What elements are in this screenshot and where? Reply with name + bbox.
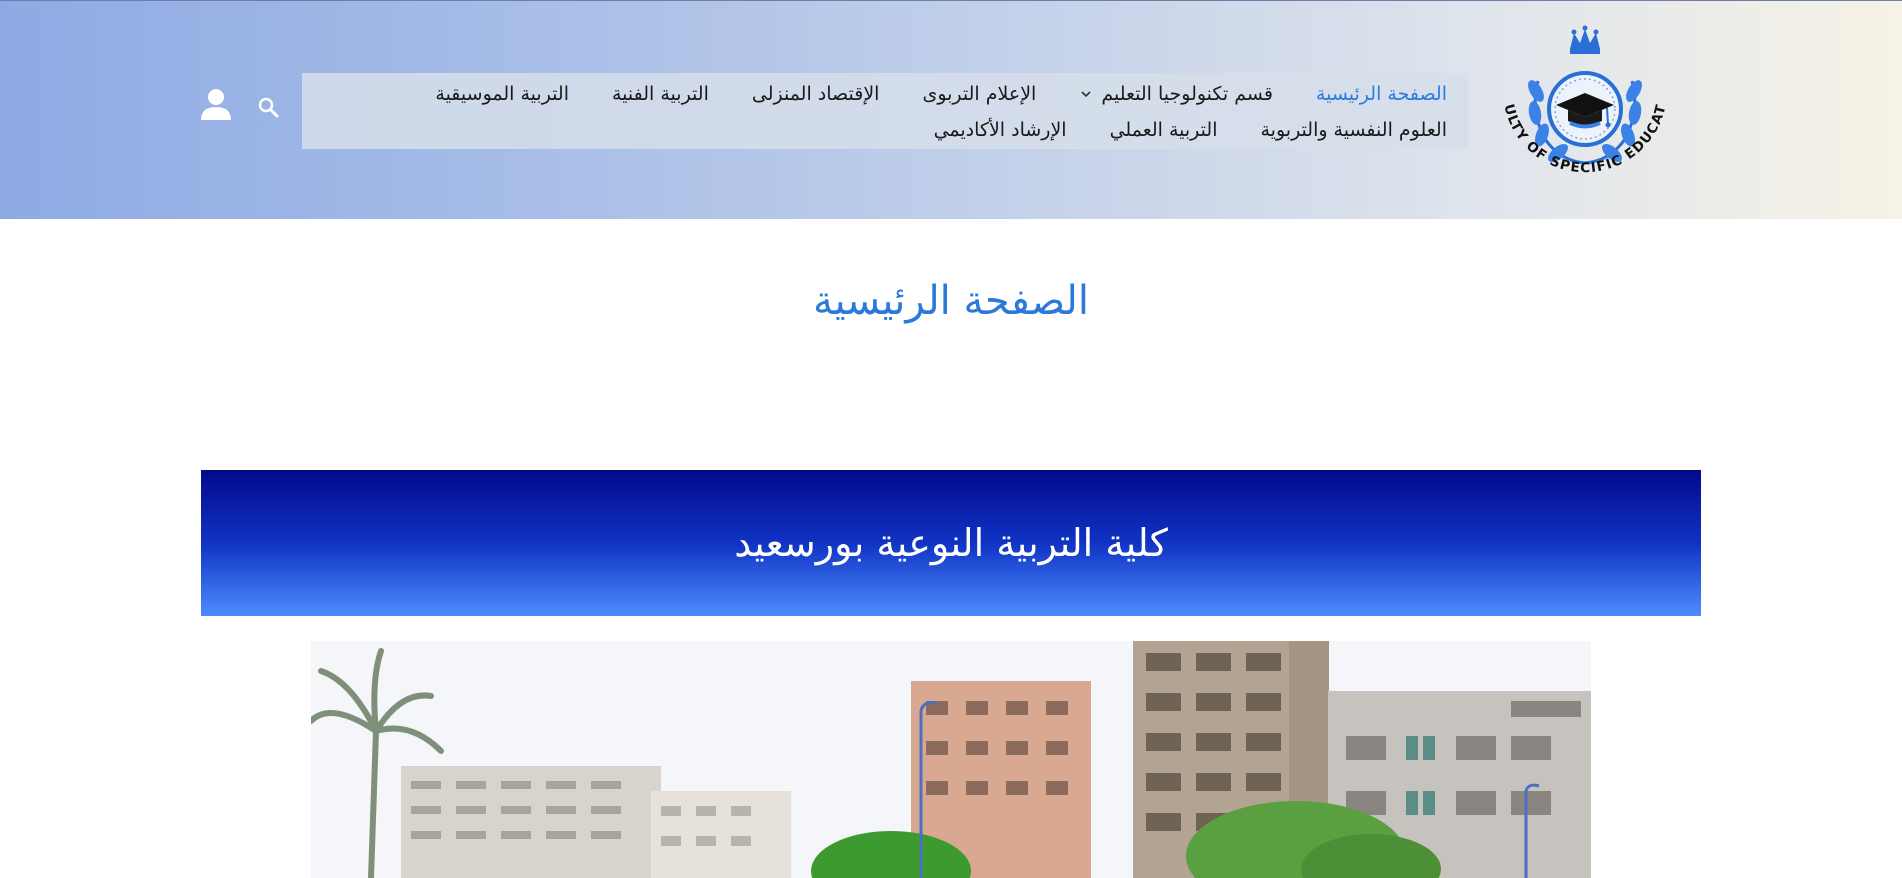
- nav-item-academic-advising[interactable]: الإرشاد الأكاديمي: [934, 119, 1067, 141]
- user-icon[interactable]: [199, 87, 233, 121]
- nav-item-label: التربية الموسيقية: [435, 83, 569, 105]
- nav-item-educational-media[interactable]: الإعلام التربوى: [922, 83, 1036, 105]
- nav-item-art-education[interactable]: التربية الفنية: [612, 83, 709, 105]
- nav-item-music-education[interactable]: التربية الموسيقية: [435, 83, 569, 105]
- page: FACULTY OF SPECIFIC EDUCATION الصفحة الر…: [0, 0, 1902, 878]
- nav-item-psychological-sciences[interactable]: العلوم النفسية والتربوية: [1260, 119, 1447, 141]
- chevron-down-icon[interactable]: [1079, 87, 1093, 101]
- site-header: FACULTY OF SPECIFIC EDUCATION الصفحة الر…: [0, 0, 1902, 219]
- nav-item-label: الإعلام التربوى: [922, 83, 1037, 105]
- nav-item-label: الإرشاد الأكاديمي: [933, 119, 1067, 141]
- nav-item-educational-technology[interactable]: قسم تكنولوجيا التعليم: [1079, 83, 1273, 105]
- banner-title: كلية التربية النوعية بورسعيد: [734, 521, 1168, 565]
- nav-item-home-economics[interactable]: الإقتصاد المنزلى: [752, 83, 880, 105]
- page-title: الصفحة الرئيسية: [813, 278, 1089, 324]
- campus-photo-illustration: [311, 641, 1591, 878]
- nav-item-label: الصفحة الرئيسية: [1315, 83, 1447, 105]
- faculty-logo[interactable]: FACULTY OF SPECIFIC EDUCATION: [1490, 21, 1680, 201]
- nav-item-home[interactable]: الصفحة الرئيسية: [1316, 83, 1447, 105]
- nav-item-label: الإقتصاد المنزلى: [751, 83, 880, 105]
- nav-item-label: العلوم النفسية والتربوية: [1260, 119, 1447, 141]
- nav-row-2: العلوم النفسية والتربوية التربية العملي …: [302, 112, 1447, 148]
- nav-item-label: التربية العملي: [1109, 119, 1218, 141]
- nav-item-label: قسم تكنولوجيا التعليم: [1101, 83, 1273, 105]
- search-icon[interactable]: [256, 95, 280, 119]
- nav-row-1: الصفحة الرئيسية قسم تكنولوجيا التعليم ال…: [302, 76, 1447, 112]
- faculty-banner: كلية التربية النوعية بورسعيد: [201, 470, 1701, 616]
- campus-photo: [311, 641, 1591, 878]
- main-nav: الصفحة الرئيسية قسم تكنولوجيا التعليم ال…: [302, 73, 1468, 149]
- nav-item-label: التربية الفنية: [611, 83, 709, 105]
- nav-item-practical-education[interactable]: التربية العملي: [1110, 119, 1218, 141]
